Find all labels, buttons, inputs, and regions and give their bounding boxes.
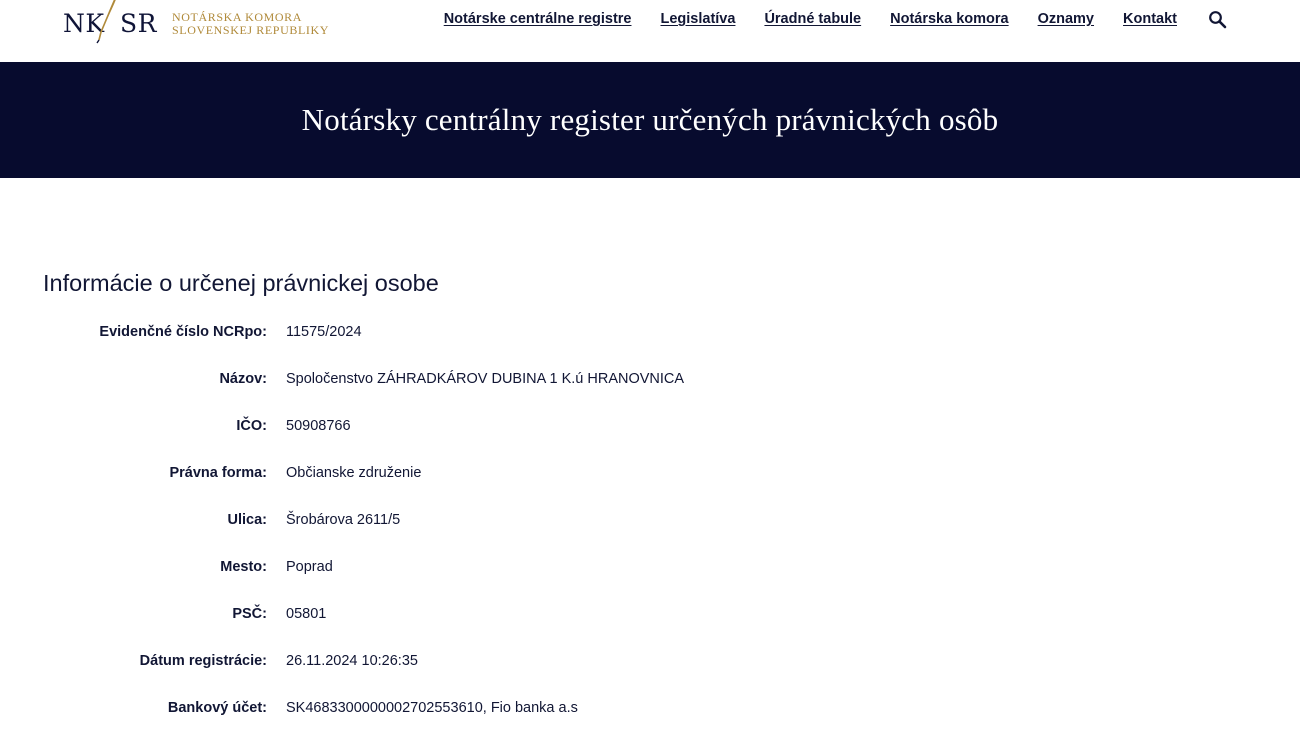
info-row-ico: IČO: 50908766 bbox=[0, 418, 1000, 465]
info-row-pravna-forma: Právna forma: Občianske združenie bbox=[0, 465, 1000, 512]
info-label: Ulica: bbox=[227, 512, 268, 528]
nav-item-kontakt[interactable]: Kontakt bbox=[1123, 11, 1177, 27]
info-row-ulica: Ulica: Šrobárova 2611/5 bbox=[0, 512, 1000, 559]
info-label: Mesto: bbox=[220, 559, 267, 575]
info-value: Šrobárova 2611/5 bbox=[286, 512, 401, 528]
info-value: 50908766 bbox=[286, 418, 351, 434]
info-row-evidencne-cislo: Evidenčné číslo NCRpo: 11575/2024 bbox=[0, 324, 1000, 371]
main-nav: Notárske centrálne registre Legislatíva … bbox=[444, 8, 1228, 30]
nav-item-notarska-komora[interactable]: Notárska komora bbox=[890, 11, 1008, 27]
nav-item-notarske-centralne-registre[interactable]: Notárske centrálne registre bbox=[444, 11, 632, 27]
nav-item-oznamy[interactable]: Oznamy bbox=[1038, 11, 1094, 27]
logo-text-line2: SLOVENSKEJ REPUBLIKY bbox=[172, 23, 330, 37]
page-title: Notársky centrálny register určených prá… bbox=[301, 102, 999, 137]
info-row-mesto: Mesto: Poprad bbox=[0, 559, 1000, 606]
info-label: PSČ: bbox=[232, 606, 267, 622]
site-header: NK SR NOTÁRSKA KOMORA SLOVENSKEJ REPUBLI… bbox=[0, 0, 1300, 62]
nav-item-uradne-tabule[interactable]: Úradné tabule bbox=[764, 11, 861, 27]
info-row-bankovy-ucet: Bankový účet: SK4683300000002702553610, … bbox=[0, 700, 1000, 747]
nav-item-legislativa[interactable]: Legislatíva bbox=[660, 11, 735, 27]
info-label: Evidenčné číslo NCRpo: bbox=[99, 324, 267, 340]
search-button[interactable] bbox=[1206, 8, 1228, 30]
logo-text: NOTÁRSKA KOMORA SLOVENSKEJ REPUBLIKY bbox=[172, 9, 329, 37]
info-value: Poprad bbox=[286, 559, 333, 575]
info-value: 05801 bbox=[286, 606, 327, 622]
info-value: SK4683300000002702553610, Fio banka a.s bbox=[286, 700, 578, 716]
quill-icon bbox=[96, 0, 116, 44]
info-row-psc: PSČ: 05801 bbox=[0, 606, 1000, 653]
info-label: Dátum registrácie: bbox=[139, 653, 267, 669]
info-list: Evidenčné číslo NCRpo: 11575/2024 Názov:… bbox=[0, 324, 1000, 747]
info-row-nazov: Názov: Spoločenstvo ZÁHRADKÁROV DUBINA 1… bbox=[0, 371, 1000, 418]
info-value: Občianske združenie bbox=[286, 465, 422, 481]
info-label: Názov: bbox=[219, 371, 267, 387]
info-value: 11575/2024 bbox=[286, 324, 362, 340]
search-icon bbox=[1208, 10, 1226, 28]
info-label: Bankový účet: bbox=[167, 700, 267, 716]
info-label: Právna forma: bbox=[169, 465, 267, 481]
logo-abbr-right: SR bbox=[120, 9, 157, 38]
info-value: 26.11.2024 10:26:35 bbox=[286, 653, 418, 669]
info-label: IČO: bbox=[236, 418, 267, 434]
info-row-datum-registracie: Dátum registrácie: 26.11.2024 10:26:35 bbox=[0, 653, 1000, 700]
section-title: Informácie o určenej právnickej osobe bbox=[43, 270, 439, 296]
page-banner: Notársky centrálny register určených prá… bbox=[0, 62, 1300, 178]
info-value: Spoločenstvo ZÁHRADKÁROV DUBINA 1 K.ú HR… bbox=[286, 371, 685, 387]
site-logo[interactable]: NK SR NOTÁRSKA KOMORA SLOVENSKEJ REPUBLI… bbox=[62, 0, 329, 46]
logo-mark: NK SR bbox=[62, 0, 162, 46]
